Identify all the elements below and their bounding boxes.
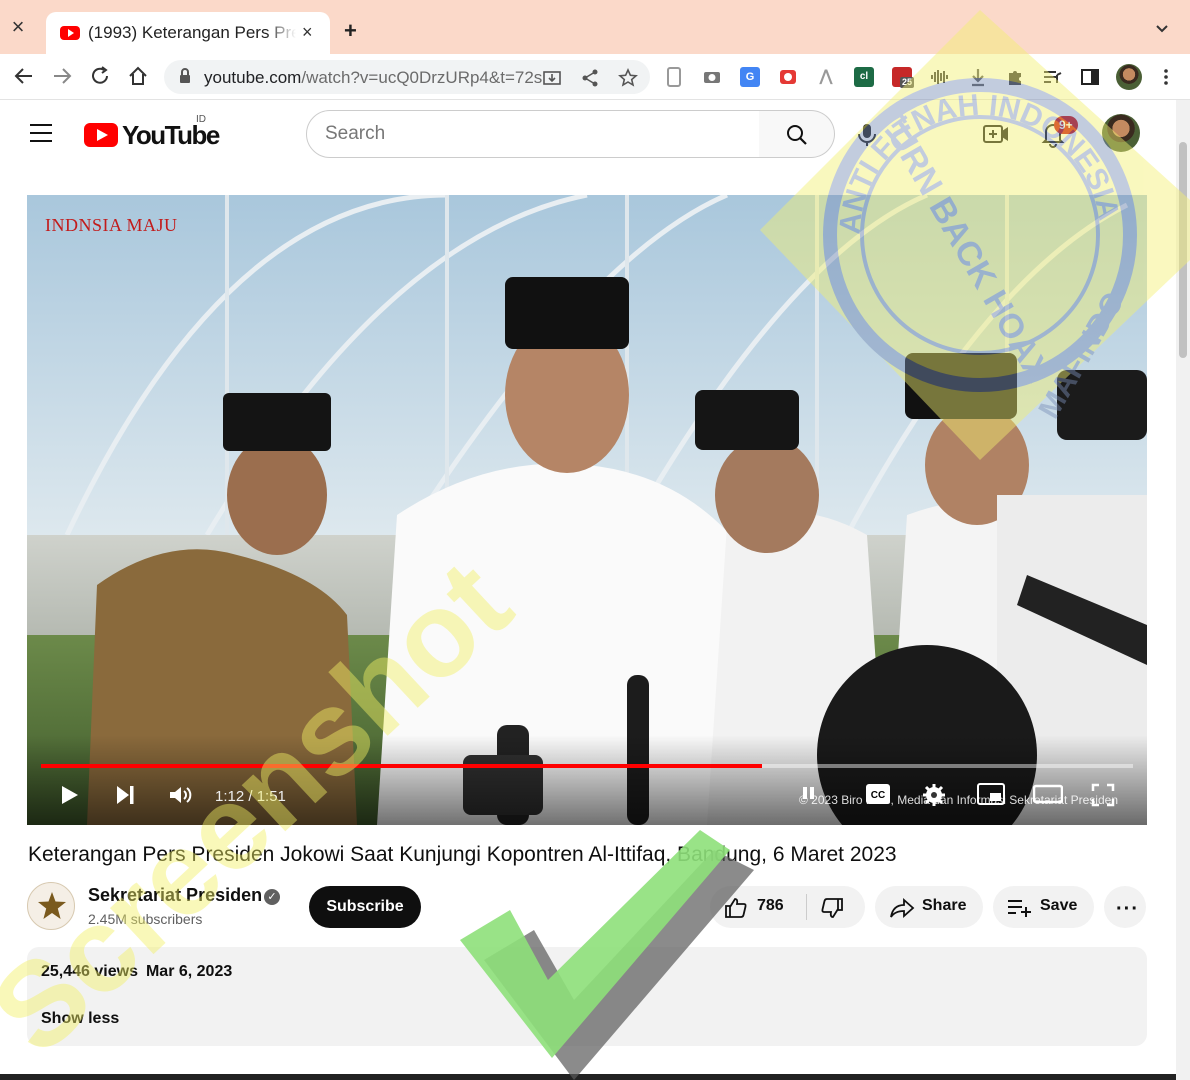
- new-tab-button[interactable]: +: [344, 18, 357, 44]
- more-actions-button[interactable]: ···: [1104, 886, 1146, 928]
- save-playlist-icon: [1008, 900, 1031, 917]
- play-icon[interactable]: [57, 783, 81, 807]
- like-dislike-group: [710, 886, 865, 928]
- settings-gear-icon[interactable]: [922, 783, 946, 807]
- tab-search-chevron-icon[interactable]: [1156, 22, 1168, 34]
- video-progress-fill: [41, 764, 762, 768]
- create-video-icon[interactable]: [982, 120, 1010, 148]
- svg-text:CC: CC: [871, 790, 885, 801]
- more-dots-icon: ···: [1116, 898, 1139, 920]
- video-progress-bar[interactable]: [41, 764, 1133, 768]
- extension-badge: 25: [900, 77, 915, 88]
- like-count[interactable]: 786: [757, 897, 784, 915]
- youtube-favicon-icon: [60, 26, 80, 40]
- search-icon: [787, 125, 807, 145]
- video-title: Keterangan Pers Presiden Jokowi Saat Kun…: [28, 843, 897, 866]
- share-label[interactable]: Share: [922, 897, 966, 915]
- url-path: /watch?v=ucQ0DrzURp4&t=72s: [301, 68, 543, 87]
- tab-close-icon[interactable]: ×: [302, 22, 313, 43]
- camera-extension-icon[interactable]: [702, 67, 722, 87]
- media-queue-icon[interactable]: [1042, 67, 1062, 87]
- garuda-star-icon: [38, 892, 66, 919]
- video-copyright-caption: © 2023 Biro Pers, Media dan Informasi Se…: [799, 793, 1118, 807]
- url-text: youtube.com/watch?v=ucQ0DrzURp4&t=72s: [204, 68, 542, 88]
- url-host: youtube.com: [204, 68, 302, 87]
- subscriber-count: 2.45M subscribers: [88, 911, 203, 927]
- download-extension-icon[interactable]: [968, 67, 988, 87]
- site-info-icon[interactable]: [178, 68, 192, 84]
- video-player[interactable]: INDNSIA MAJU 1:12 / 1:51 © 2023 Biro Per…: [27, 195, 1147, 825]
- notification-count-badge: 9+: [1054, 116, 1078, 134]
- bookmark-star-icon[interactable]: [618, 68, 638, 88]
- country-code: ID: [196, 114, 206, 125]
- translate-extension-icon[interactable]: G: [740, 67, 760, 87]
- page-scrollbar[interactable]: [1176, 100, 1190, 1080]
- forward-arrow-icon[interactable]: [50, 64, 74, 88]
- thumbs-down-icon[interactable]: [820, 896, 844, 920]
- close-window-icon[interactable]: ×: [8, 16, 28, 38]
- scrollbar-thumb[interactable]: [1179, 142, 1187, 358]
- thumbs-up-icon[interactable]: [724, 896, 748, 920]
- search-button[interactable]: [759, 110, 835, 158]
- next-video-icon[interactable]: [113, 783, 137, 807]
- share-arrow-icon: [890, 897, 915, 919]
- video-frame-people: [87, 277, 1147, 825]
- search-box: [306, 110, 760, 158]
- video-channel-watermark: INDNSIA MAJU: [45, 215, 178, 235]
- controls-gradient: [27, 735, 1147, 825]
- upload-date: Mar 6, 2023: [145, 963, 233, 980]
- install-app-icon[interactable]: [542, 68, 562, 88]
- account-avatar[interactable]: [1102, 114, 1140, 152]
- save-label[interactable]: Save: [1040, 897, 1077, 915]
- browser-tab-bar: × (1993) Keterangan Pers Presiden Jokowi…: [0, 0, 1190, 54]
- browser-menu-icon[interactable]: [1156, 67, 1176, 87]
- video-time: 1:12 / 1:51: [215, 788, 286, 805]
- channel-name[interactable]: Sekretariat Presiden: [88, 885, 262, 906]
- side-panel-icon[interactable]: [1080, 67, 1100, 87]
- youtube-logo[interactable]: YouTube ID: [84, 114, 220, 150]
- address-bar[interactable]: youtube.com/watch?v=ucQ0DrzURp4&t=72s: [164, 60, 650, 94]
- audio-extension-icon[interactable]: [930, 67, 950, 87]
- channel-logo[interactable]: [27, 882, 75, 930]
- ublock-extension-icon[interactable]: 25: [892, 67, 915, 88]
- subscribe-button[interactable]: Subscribe: [309, 886, 421, 928]
- browser-toolbar: youtube.com/watch?v=ucQ0DrzURp4&t=72s G …: [0, 54, 1190, 100]
- share-page-icon[interactable]: [580, 68, 600, 88]
- phone-extension-icon[interactable]: [667, 67, 681, 87]
- profile-avatar-icon[interactable]: [1116, 64, 1142, 90]
- autoplay-toggle-icon[interactable]: [801, 783, 821, 803]
- subtitles-icon[interactable]: CC: [865, 783, 891, 805]
- reload-icon[interactable]: [88, 64, 112, 88]
- cl-extension-icon[interactable]: cl: [854, 67, 874, 87]
- tab-title: (1993) Keterangan Pers Presiden Jokowi S…: [88, 23, 296, 43]
- description-meta: 25,446 views Mar 6, 2023: [41, 963, 240, 981]
- guide-menu-icon[interactable]: [30, 124, 52, 142]
- reader-extension-icon[interactable]: ⋀: [816, 67, 836, 87]
- show-less-button[interactable]: Show less: [41, 1010, 119, 1028]
- screenshot-extension-icon[interactable]: [778, 67, 798, 87]
- description-box[interactable]: 25,446 views Mar 6, 2023 Show less: [27, 947, 1147, 1046]
- miniplayer-icon[interactable]: [977, 783, 1005, 805]
- back-arrow-icon[interactable]: [12, 64, 36, 88]
- fullscreen-icon[interactable]: [1091, 783, 1115, 807]
- youtube-play-logo-icon: [84, 123, 118, 147]
- verified-check-icon: ✓: [264, 889, 280, 905]
- browser-tab-active[interactable]: (1993) Keterangan Pers Presiden Jokowi S…: [46, 12, 330, 54]
- search-input[interactable]: [325, 122, 735, 146]
- view-count: 25,446 views: [41, 963, 138, 980]
- home-icon[interactable]: [126, 64, 150, 88]
- window-bottom-edge: [0, 1074, 1176, 1080]
- like-divider: [806, 894, 807, 920]
- volume-icon[interactable]: [167, 783, 193, 807]
- theater-mode-icon[interactable]: [1033, 783, 1063, 805]
- voice-search-mic-icon[interactable]: [848, 116, 886, 154]
- extensions-puzzle-icon[interactable]: [1005, 67, 1025, 87]
- youtube-header: YouTube ID 9+: [0, 100, 1176, 170]
